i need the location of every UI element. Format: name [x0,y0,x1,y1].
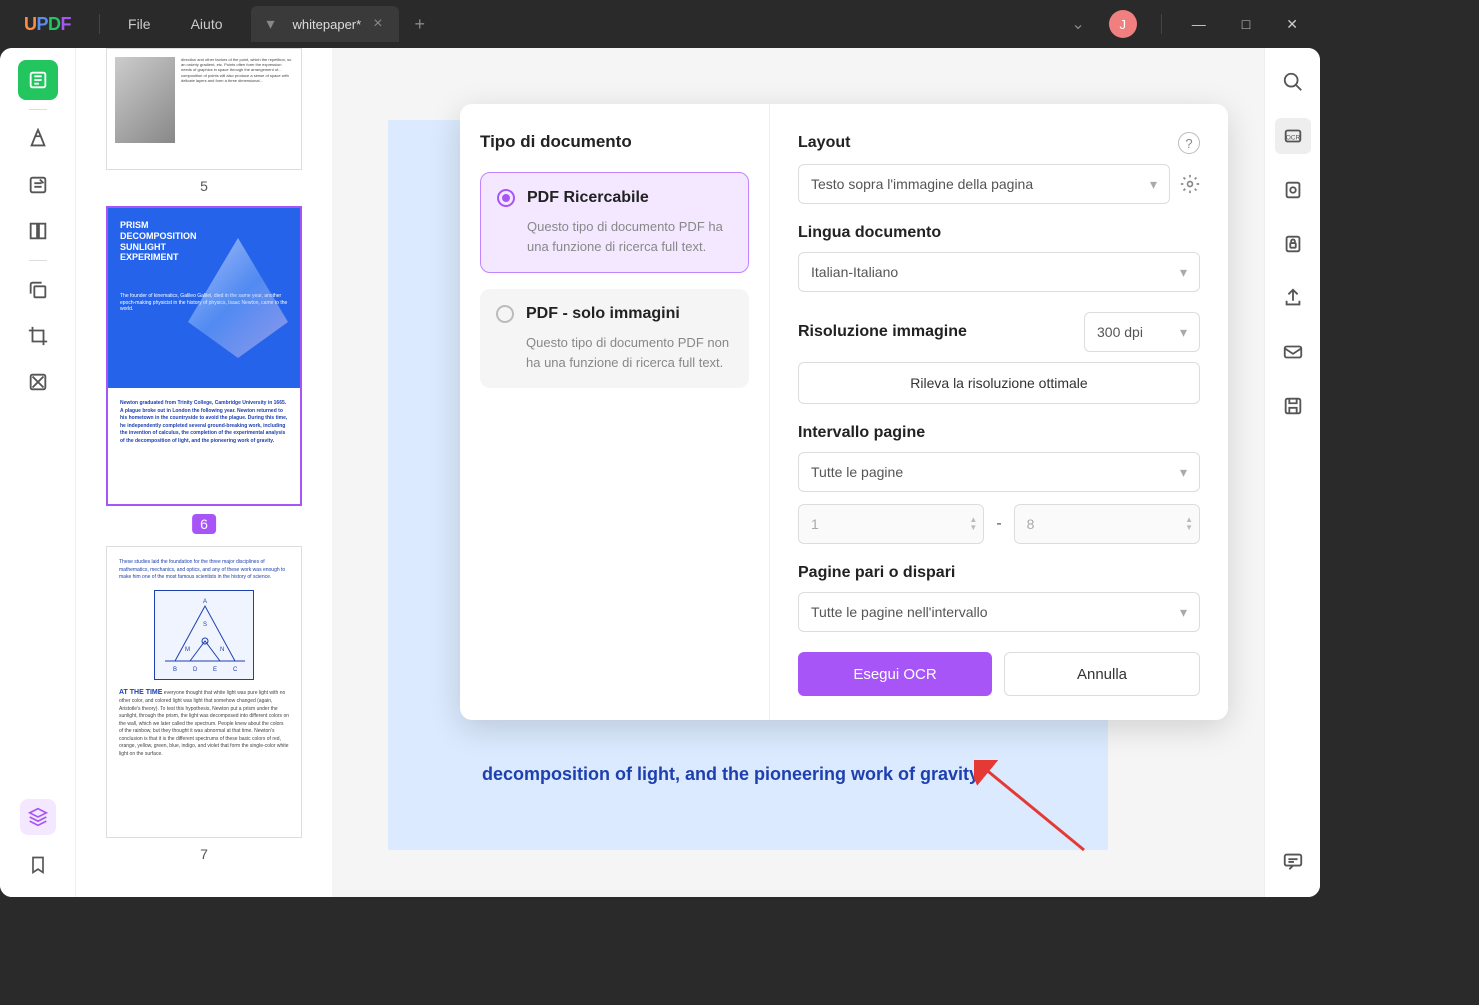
detect-resolution-button[interactable]: Rileva la risoluzione ottimale [798,362,1200,404]
resolution-select[interactable]: 300 dpi▾ [1084,312,1200,352]
svg-text:A: A [203,599,207,605]
help-icon[interactable]: ? [1178,132,1200,154]
odd-even-label: Pagine pari o dispari [798,564,1200,582]
protect-icon[interactable] [1275,226,1311,262]
doc-type-desc: Questo tipo di documento PDF ha una funz… [527,217,732,256]
search-icon[interactable] [1275,64,1311,100]
titlebar: UPDF File Aiuto ▾ whitepaper* × + ⌄ J — … [0,0,1320,48]
share-icon[interactable] [1275,280,1311,316]
comment-icon[interactable] [1275,843,1311,879]
save-icon[interactable] [1275,388,1311,424]
avatar[interactable]: J [1109,10,1137,38]
redact-tool[interactable] [18,362,58,402]
cancel-button[interactable]: Annulla [1004,652,1200,696]
bookmark-tool[interactable] [18,845,58,885]
tab-close-icon[interactable]: × [373,15,382,33]
close-button[interactable]: ✕ [1272,8,1312,41]
ocr-panel: Tipo di documento PDF Ricercabile Questo… [460,104,1228,720]
doc-type-title: PDF - solo immagini [526,305,680,323]
range-from-input[interactable]: 1 ▲▼ [798,504,984,544]
layout-label: Layout [798,134,850,152]
svg-text:M: M [185,647,190,653]
right-toolbar: OCR [1264,48,1320,897]
svg-text:S: S [203,622,207,628]
chevron-down-icon[interactable]: ⌄ [1063,6,1092,42]
doc-type-image-only[interactable]: PDF - solo immagini Questo tipo di docum… [480,289,749,388]
range-select[interactable]: Tutte le pagine▾ [798,452,1200,492]
tab-dropdown-icon[interactable]: ▾ [267,14,275,34]
ocr-icon[interactable]: OCR [1275,118,1311,154]
gear-icon[interactable] [1180,174,1200,194]
document-text: decomposition of light, and the pioneeri… [482,764,983,785]
doc-type-searchable[interactable]: PDF Ricercabile Questo tipo di documento… [480,172,749,273]
page-tool[interactable] [18,211,58,251]
email-icon[interactable] [1275,334,1311,370]
tab-title: whitepaper* [293,17,362,32]
lang-label: Lingua documento [798,224,1200,242]
crop-tool[interactable] [18,316,58,356]
run-ocr-button[interactable]: Esegui OCR [798,652,992,696]
svg-text:D: D [193,667,198,673]
thumbnail-label: 7 [100,846,308,862]
document-tab[interactable]: ▾ whitepaper* × [251,6,399,42]
maximize-button[interactable]: □ [1228,8,1264,40]
odd-even-select[interactable]: Tutte le pagine nell'intervallo▾ [798,592,1200,632]
app-logo: UPDF [24,14,71,35]
svg-text:B: B [173,667,177,673]
link-icon[interactable] [1275,172,1311,208]
left-toolbar [0,48,76,897]
thumbnails-panel: direction and other factors of the point… [76,48,332,897]
lang-select[interactable]: Italian-Italiano▾ [798,252,1200,292]
radio-icon [497,189,515,207]
radio-icon [496,305,514,323]
copy-tool[interactable] [18,270,58,310]
svg-text:N: N [220,647,224,653]
tab-add-icon[interactable]: + [415,14,426,35]
range-dash: - [996,515,1001,533]
thumbnail-label: 5 [100,178,308,194]
menu-help[interactable]: Aiuto [171,8,243,40]
thumbnail-label: 6 [192,514,216,534]
highlight-tool[interactable] [18,119,58,159]
minimize-button[interactable]: — [1178,8,1220,40]
thumbnail-page-7[interactable]: These studies laid the foundation for th… [100,546,308,862]
reader-tool[interactable] [18,60,58,100]
range-to-input[interactable]: 8 ▲▼ [1014,504,1200,544]
svg-text:E: E [213,667,217,673]
menu-file[interactable]: File [108,8,171,40]
doc-type-heading: Tipo di documento [480,132,749,152]
resolution-label: Risoluzione immagine [798,323,967,341]
layout-select[interactable]: Testo sopra l'immagine della pagina▾ [798,164,1170,204]
edit-tool[interactable] [18,165,58,205]
doc-type-title: PDF Ricercabile [527,189,649,207]
thumbnail-page-6[interactable]: PRISM DECOMPOSITION SUNLIGHT EXPERIMENT … [100,206,308,534]
layers-button[interactable] [20,799,56,835]
svg-text:OCR: OCR [1285,135,1300,142]
thumbnail-page-5[interactable]: direction and other factors of the point… [100,48,308,194]
range-label: Intervallo pagine [798,424,1200,442]
svg-text:C: C [233,667,238,673]
doc-type-desc: Questo tipo di documento PDF non ha una … [526,333,733,372]
